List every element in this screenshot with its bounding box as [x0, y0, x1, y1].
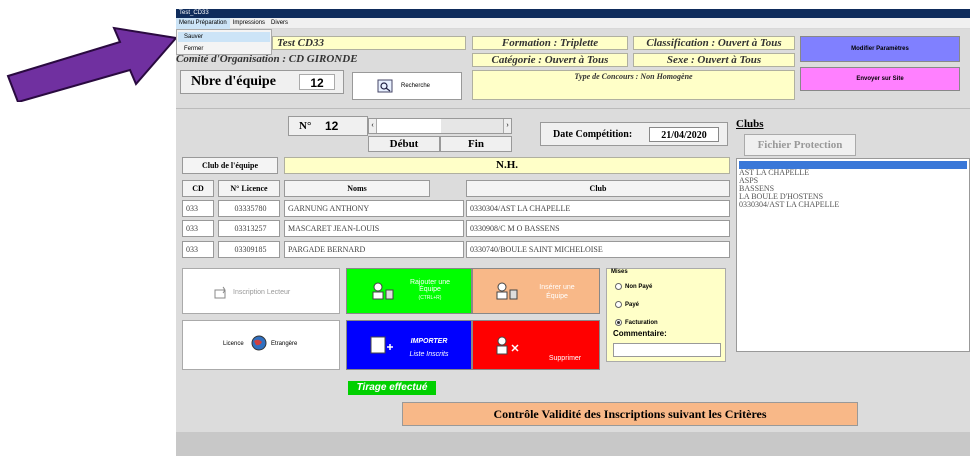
club-equipe-value: N.H. — [284, 157, 730, 174]
pointer-arrow-icon — [6, 26, 178, 102]
row2-nom[interactable]: MASCARET JEAN-LOUIS — [284, 220, 464, 237]
add-person-icon — [372, 282, 394, 300]
rajouter-equipe-label: Rajouter une Équipe — [409, 279, 451, 293]
team-number-value: 12 — [325, 119, 339, 133]
window-title: Test_CD33 — [176, 9, 970, 18]
row1-cd[interactable]: 033 — [182, 200, 214, 217]
debut-button[interactable]: Début — [368, 136, 440, 152]
menu-impressions[interactable]: Impressions — [230, 18, 268, 29]
controle-validite-button[interactable]: Contrôle Validité des Inscriptions suiva… — [402, 402, 858, 426]
radio-label: Non Payé — [625, 284, 653, 291]
licence-label: Licence — [223, 341, 244, 347]
menu-preparation[interactable]: Menu Préparation — [176, 18, 230, 29]
row3-club[interactable]: 0330740/BOULE SAINT MICHELOISE — [466, 241, 730, 258]
date-label: Date Compétition: — [553, 129, 633, 140]
menu-divers[interactable]: Divers — [268, 18, 291, 29]
menu-item-fermer[interactable]: Fermer — [178, 44, 270, 54]
scroll-left-icon[interactable]: ‹ — [369, 119, 377, 133]
clubs-title: Clubs — [736, 118, 764, 130]
fin-button[interactable]: Fin — [440, 136, 512, 152]
event-name: Test CD33 — [272, 36, 466, 50]
liste-inscrits-label: Liste Inscrits — [409, 351, 449, 358]
clubs-list[interactable]: ASPS AST LA CHAPELLE ASPS BASSENS LA BOU… — [736, 158, 970, 352]
radio-icon — [615, 319, 622, 326]
search-label: Recherche — [401, 83, 431, 89]
inscription-lecteur-label: Inscription Lecteur — [233, 289, 291, 296]
club-equipe-label: Club de l'équipe — [182, 157, 278, 174]
clubs-list-item[interactable]: AST LA CHAPELLE — [739, 169, 967, 177]
supprimer-button[interactable]: Supprimer — [472, 320, 600, 370]
radio-facturation[interactable]: Facturation — [615, 319, 658, 326]
commentaire-input[interactable] — [613, 343, 721, 357]
col-noms: Noms — [284, 180, 430, 197]
divider — [176, 108, 970, 109]
row3-licence[interactable]: 03309185 — [218, 241, 280, 258]
date-box: Date Compétition: 21/04/2020 — [540, 122, 728, 146]
team-count-label: Nbre d'équipe — [191, 74, 276, 89]
card-reader-icon — [214, 286, 226, 299]
etrangere-label: Etrangère — [271, 341, 298, 347]
fichier-protection-button[interactable]: Fichier Protection — [744, 134, 856, 156]
row2-cd[interactable]: 033 — [182, 220, 214, 237]
dropdown-menu: Sauver Fermer — [176, 29, 272, 55]
col-licence: N° Licence — [218, 180, 280, 197]
formation-label: Formation : Triplette — [472, 36, 628, 50]
row3-cd[interactable]: 033 — [182, 241, 214, 258]
commentaire-label: Commentaire: — [613, 329, 667, 338]
mises-panel: Mises Non Payé Payé Facturation Commenta… — [606, 268, 726, 362]
team-number-label: N° — [299, 120, 312, 132]
importer-button[interactable]: IMPORTER Liste Inscrits — [346, 320, 472, 370]
team-number-box: N° 12 — [288, 116, 368, 136]
row1-club[interactable]: 0330304/AST LA CHAPELLE — [466, 200, 730, 217]
radio-label: Facturation — [625, 320, 658, 327]
importer-label: IMPORTER — [410, 338, 448, 345]
send-to-site-button[interactable]: Envoyer sur Site — [800, 67, 960, 91]
clubs-list-item[interactable]: 0330304/AST LA CHAPELLE — [739, 201, 967, 209]
search-icon — [377, 79, 393, 93]
type-concours-label: Type de Concours : Non Homogène — [472, 70, 795, 100]
inserer-equipe-button[interactable]: Insérer une Équipe — [472, 268, 600, 314]
delete-person-icon — [496, 336, 519, 355]
inscription-lecteur-button[interactable]: Inscription Lecteur — [182, 268, 340, 314]
row1-licence[interactable]: 03335780 — [218, 200, 280, 217]
scroll-right-icon[interactable]: › — [503, 119, 511, 133]
col-cd: CD — [182, 180, 214, 197]
insert-person-icon — [496, 282, 518, 300]
supprimer-label: Supprimer — [548, 355, 582, 362]
sexe-label: Sexe : Ouvert à Tous — [633, 53, 795, 67]
classification-label: Classification : Ouvert à Tous — [633, 36, 795, 50]
date-value[interactable]: 21/04/2020 — [649, 127, 719, 142]
globe-icon — [251, 335, 267, 351]
rajouter-equipe-button[interactable]: Rajouter une Équipe (CTRL+R) — [346, 268, 472, 314]
radio-non-paye[interactable]: Non Payé — [615, 283, 652, 290]
row2-club[interactable]: 0330908/C M O BASSENS — [466, 220, 730, 237]
mises-title: Mises — [611, 269, 628, 275]
radio-paye[interactable]: Payé — [615, 301, 639, 308]
col-club: Club — [466, 180, 730, 197]
status-bar — [176, 432, 970, 456]
scroll-thumb[interactable] — [441, 119, 505, 133]
radio-icon — [615, 283, 622, 290]
row1-nom[interactable]: GARNUNG ANTHONY — [284, 200, 464, 217]
team-scrollbar[interactable]: ‹ › — [368, 118, 512, 134]
menu-item-sauver[interactable]: Sauver — [178, 32, 270, 42]
menu-bar: Menu Préparation Impressions Divers — [176, 18, 970, 29]
inserer-equipe-label: Insérer une Équipe — [539, 284, 575, 300]
team-count-box: Nbre d'équipe 12 — [180, 70, 344, 94]
rajouter-shortcut-label: (CTRL+R) — [418, 295, 442, 301]
radio-label: Payé — [625, 302, 640, 309]
search-button[interactable]: Recherche — [352, 72, 462, 100]
tirage-status: Tirage effectué — [348, 381, 436, 395]
categorie-label: Catégorie : Ouvert à Tous — [472, 53, 628, 67]
licence-etrangere-button[interactable]: Licence Etrangère — [182, 320, 340, 370]
radio-icon — [615, 301, 622, 308]
import-list-icon — [370, 336, 393, 354]
modify-params-button[interactable]: Modifier Paramètres — [800, 36, 960, 62]
team-count-value: 12 — [299, 74, 335, 90]
row3-nom[interactable]: PARGADE BERNARD — [284, 241, 464, 258]
row2-licence[interactable]: 03313257 — [218, 220, 280, 237]
